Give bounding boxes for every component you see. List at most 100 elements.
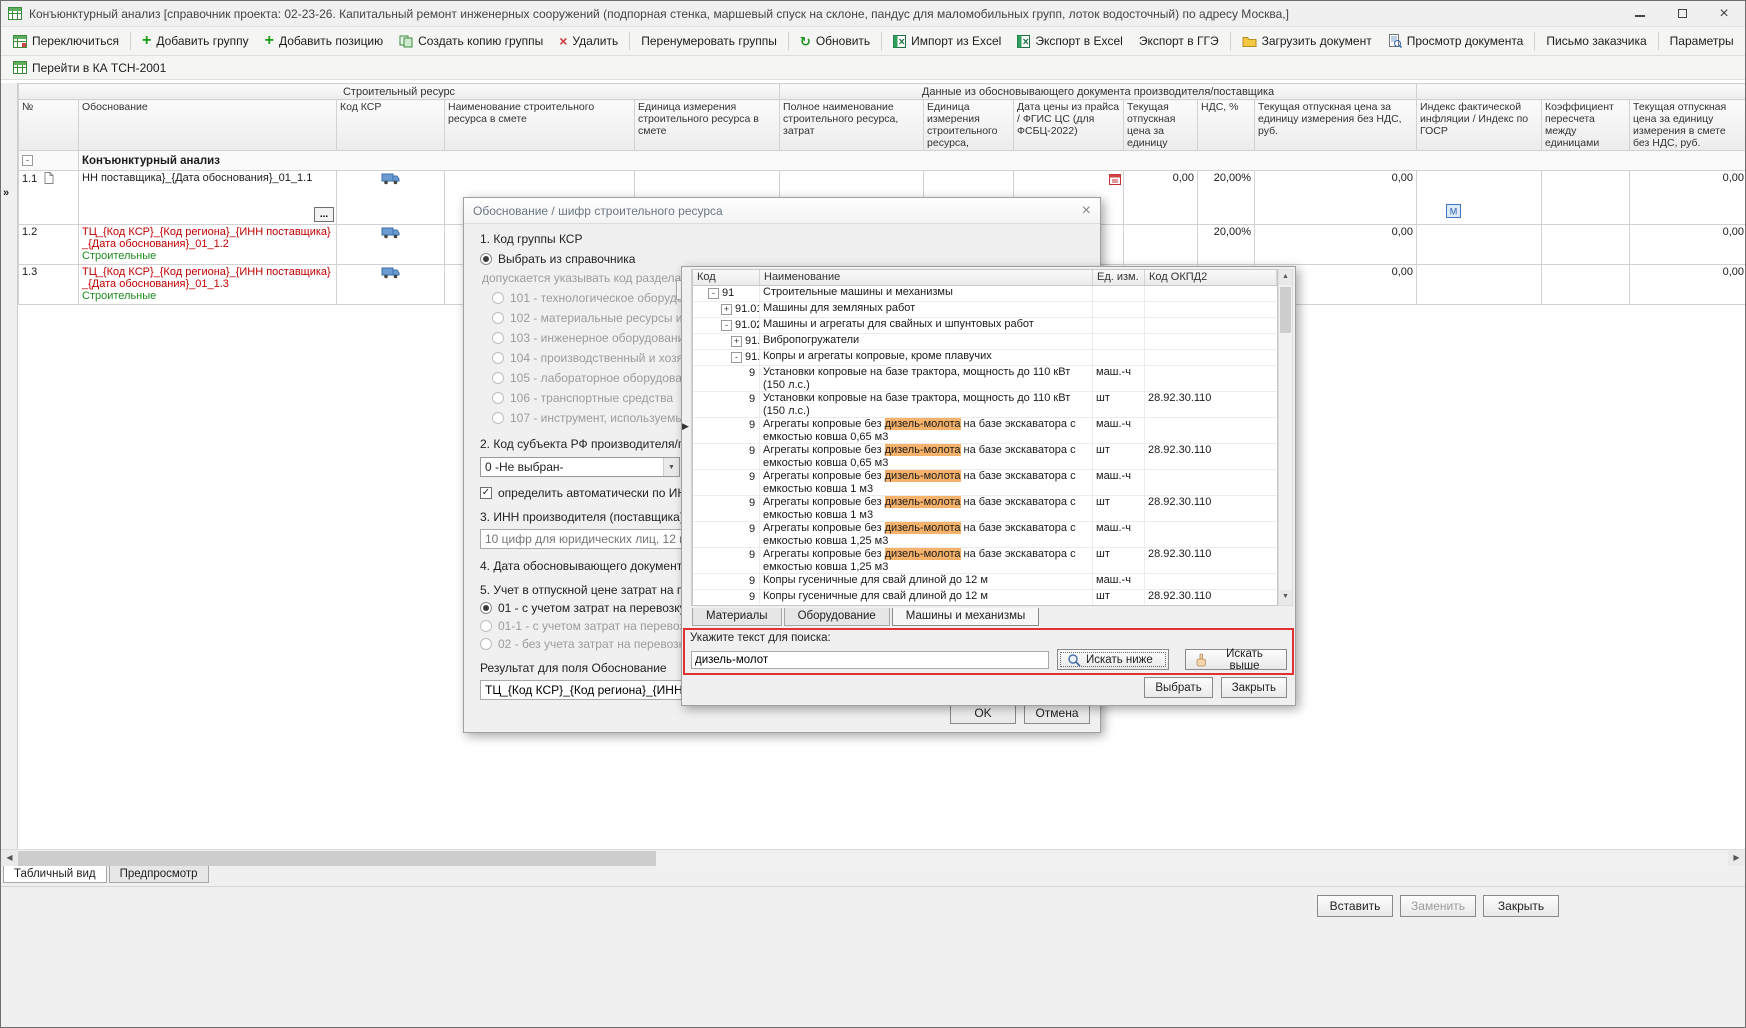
close-button[interactable]: ×: [1703, 1, 1745, 26]
catalog-okpd-cell[interactable]: [1145, 318, 1277, 333]
catalog-column-code[interactable]: Код: [693, 270, 760, 285]
tab-machines[interactable]: Машины и механизмы: [892, 608, 1039, 626]
column-header-resource-name[interactable]: Наименование строительного ресурса в сме…: [445, 100, 635, 151]
region-select[interactable]: 0 -Не выбран- ▼: [480, 457, 680, 477]
catalog-row[interactable]: 91.02 Машины и агрегаты для свайных и шп…: [693, 318, 1277, 334]
catalog-okpd-cell[interactable]: [1145, 350, 1277, 365]
radio-selected-icon[interactable]: [480, 253, 492, 265]
search-down-button[interactable]: Искать ниже: [1057, 649, 1169, 670]
catalog-okpd-cell[interactable]: 28.92.30.110: [1145, 392, 1277, 417]
catalog-unit-cell[interactable]: шт: [1093, 590, 1145, 605]
catalog-row[interactable]: 9 Агрегаты копровые без дизель-молота на…: [693, 548, 1277, 574]
catalog-unit-cell[interactable]: [1093, 302, 1145, 317]
catalog-code-cell[interactable]: 91...: [693, 334, 760, 349]
catalog-code-cell[interactable]: 91.02: [693, 318, 760, 333]
catalog-name-cell[interactable]: Строительные машины и механизмы: [760, 286, 1093, 301]
expand-panel-icon[interactable]: ▶: [682, 421, 689, 432]
catalog-code-cell[interactable]: 91: [693, 286, 760, 301]
toolbar-add-position-button[interactable]: + Добавить позицию: [257, 31, 392, 51]
close-bottom-button[interactable]: Закрыть: [1483, 895, 1559, 917]
toolbar-renumber-groups-button[interactable]: Перенумеровать группы: [633, 31, 785, 51]
collapse-icon[interactable]: [731, 352, 742, 363]
toolbar-add-group-button[interactable]: + Добавить группу: [134, 31, 257, 51]
catalog-code-cell[interactable]: 9: [693, 548, 760, 573]
toolbar-parameters-button[interactable]: Параметры: [1662, 31, 1742, 51]
price-estimate-cell[interactable]: 0,00: [1630, 225, 1746, 265]
catalog-okpd-cell[interactable]: 28.92.30.110: [1145, 444, 1277, 469]
collapse-icon[interactable]: [721, 320, 732, 331]
column-header-full-name[interactable]: Полное наименование строительного ресурс…: [780, 100, 924, 151]
catalog-code-cell[interactable]: 9: [693, 470, 760, 495]
justification-cell[interactable]: НН поставщика}_{Дата обоснования}_01_1.1…: [79, 171, 337, 225]
catalog-row[interactable]: 9 Установки копровые на базе трактора, м…: [693, 366, 1277, 392]
catalog-code-cell[interactable]: 91...: [693, 350, 760, 365]
ksr-code-cell[interactable]: [337, 265, 445, 305]
price-per-unit-cell[interactable]: 0,00: [1124, 171, 1198, 225]
catalog-row[interactable]: 9 Агрегаты копровые без дизель-молота на…: [693, 522, 1277, 548]
collapse-icon[interactable]: [708, 288, 719, 299]
column-header-justification[interactable]: Обоснование: [79, 100, 337, 151]
maximize-button[interactable]: [1661, 1, 1703, 26]
catalog-unit-cell[interactable]: маш.-ч: [1093, 522, 1145, 547]
catalog-name-cell[interactable]: Агрегаты копровые без дизель-молота на б…: [760, 470, 1093, 495]
column-header-price-no-vat[interactable]: Текущая отпускная цена за единицу измере…: [1255, 100, 1417, 151]
ksr-code-cell[interactable]: [337, 171, 445, 225]
conversion-coeff-cell[interactable]: [1542, 265, 1630, 305]
price-no-vat-cell[interactable]: 0,00: [1255, 171, 1417, 225]
toolbar-delete-button[interactable]: × Удалить: [551, 31, 626, 51]
index-lookup-icon[interactable]: М: [1446, 204, 1461, 221]
catalog-okpd-cell[interactable]: [1145, 334, 1277, 349]
scroll-up-icon[interactable]: ▲: [1279, 270, 1292, 285]
catalog-unit-cell[interactable]: маш.-ч: [1093, 574, 1145, 589]
catalog-row[interactable]: 9 Копры гусеничные для свай длиной до 12…: [693, 590, 1277, 606]
group-row-title[interactable]: Конъюнктурный анализ: [79, 151, 1746, 171]
column-header-num[interactable]: №: [19, 100, 79, 151]
column-header-ksr-code[interactable]: Код КСР: [337, 100, 445, 151]
justification-cell[interactable]: ТЦ_{Код КСР}_{Код региона}_{ИНН поставщи…: [79, 265, 337, 305]
tab-table-view[interactable]: Табличный вид: [3, 866, 107, 883]
catalog-unit-cell[interactable]: шт: [1093, 444, 1145, 469]
price-per-unit-cell[interactable]: [1124, 225, 1198, 265]
catalog-unit-cell[interactable]: [1093, 318, 1145, 333]
ksr-code-cell[interactable]: [337, 225, 445, 265]
column-header-price-date[interactable]: Дата цены из прайса / ФГИС ЦС (для ФСБЦ-…: [1014, 100, 1124, 151]
catalog-name-cell[interactable]: Агрегаты копровые без дизель-молота на б…: [760, 444, 1093, 469]
scrollbar-thumb[interactable]: [1280, 287, 1291, 333]
catalog-row[interactable]: 91 Строительные машины и механизмы: [693, 286, 1277, 302]
column-header-inflation-index[interactable]: Индекс фактической инфляции / Индекс по …: [1417, 100, 1542, 151]
column-header-unit-estimate[interactable]: Единица измерения строительного ресурса …: [635, 100, 780, 151]
column-header-conversion-coeff[interactable]: Коэффициент пересчета между единицами: [1542, 100, 1630, 151]
toolbar-import-excel-button[interactable]: Импорт из Excel: [885, 31, 1009, 51]
radio-catalog-row[interactable]: Выбрать из справочника: [480, 252, 1084, 266]
catalog-okpd-cell[interactable]: [1145, 522, 1277, 547]
catalog-code-cell[interactable]: 9: [693, 418, 760, 443]
catalog-okpd-cell[interactable]: [1145, 366, 1277, 391]
catalog-code-cell[interactable]: 9: [693, 590, 760, 605]
conversion-coeff-cell[interactable]: [1542, 225, 1630, 265]
catalog-unit-cell[interactable]: шт: [1093, 548, 1145, 573]
expand-icon[interactable]: [721, 304, 732, 315]
search-input[interactable]: [691, 651, 1049, 669]
catalog-row[interactable]: 9 Копры гусеничные для свай длиной до 12…: [693, 574, 1277, 590]
row-num-cell[interactable]: 1.3: [19, 265, 79, 305]
catalog-column-name[interactable]: Наименование: [760, 270, 1093, 285]
catalog-name-cell[interactable]: Установки копровые на базе трактора, мощ…: [760, 392, 1093, 417]
catalog-name-cell[interactable]: Установки копровые на базе трактора, мощ…: [760, 366, 1093, 391]
catalog-unit-cell[interactable]: [1093, 334, 1145, 349]
catalog-unit-cell[interactable]: маш.-ч: [1093, 470, 1145, 495]
catalog-okpd-cell[interactable]: [1145, 286, 1277, 301]
select-button[interactable]: Выбрать: [1144, 677, 1212, 698]
row-num-cell[interactable]: 1.1: [19, 171, 79, 225]
toolbar-copy-group-button[interactable]: Создать копию группы: [391, 31, 551, 51]
catalog-code-cell[interactable]: 9: [693, 392, 760, 417]
catalog-column-unit[interactable]: Ед. изм.: [1093, 270, 1145, 285]
catalog-okpd-cell[interactable]: 28.92.30.110: [1145, 548, 1277, 573]
catalog-name-cell[interactable]: Копры гусеничные для свай длиной до 12 м: [760, 574, 1093, 589]
catalog-code-cell[interactable]: 9: [693, 444, 760, 469]
toolbar-load-document-button[interactable]: Загрузить документ: [1234, 31, 1380, 51]
price-estimate-cell[interactable]: 0,00: [1630, 265, 1746, 305]
tab-equipment[interactable]: Оборудование: [784, 608, 890, 626]
open-justification-dialog-button[interactable]: ...: [314, 207, 334, 222]
tab-preview[interactable]: Предпросмотр: [109, 866, 209, 883]
catalog-row[interactable]: 9 Установки копровые на базе трактора, м…: [693, 392, 1277, 418]
